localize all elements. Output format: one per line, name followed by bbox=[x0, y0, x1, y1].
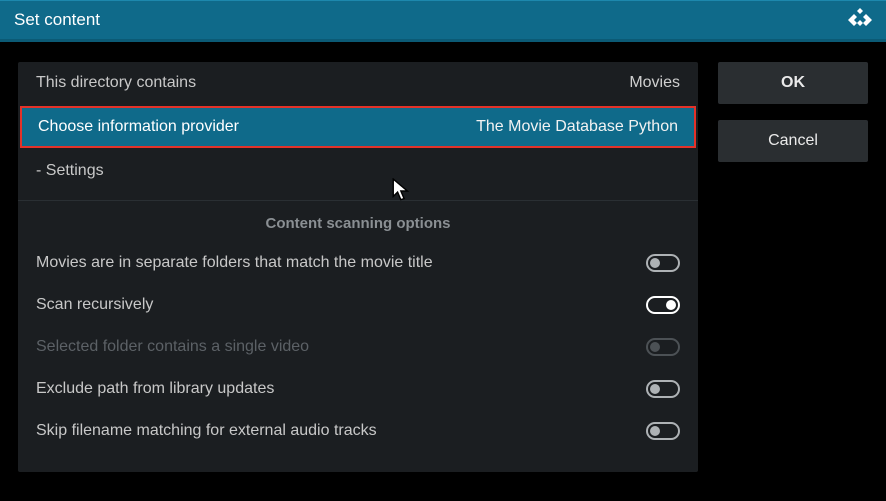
row-label: Skip filename matching for external audi… bbox=[36, 422, 646, 440]
row-label: This directory contains bbox=[36, 74, 629, 92]
row-label: Selected folder contains a single video bbox=[36, 338, 646, 356]
row-label: Exclude path from library updates bbox=[36, 380, 646, 398]
toggle-icon bbox=[646, 338, 680, 356]
section-header: Content scanning options bbox=[18, 200, 698, 242]
side-buttons: OK Cancel bbox=[718, 62, 868, 472]
row-directory-contains[interactable]: This directory contains Movies bbox=[18, 62, 698, 104]
main-panel: This directory contains Movies Choose in… bbox=[18, 62, 698, 472]
row-label: Scan recursively bbox=[36, 296, 646, 314]
button-label: OK bbox=[781, 74, 805, 91]
toggle-icon[interactable] bbox=[646, 422, 680, 440]
row-value: The Movie Database Python bbox=[476, 118, 678, 136]
toggle-icon[interactable] bbox=[646, 380, 680, 398]
toggle-icon[interactable] bbox=[646, 254, 680, 272]
row-exclude-path[interactable]: Exclude path from library updates bbox=[18, 368, 698, 410]
toggle-icon[interactable] bbox=[646, 296, 680, 314]
row-settings[interactable]: - Settings bbox=[18, 150, 698, 192]
row-scan-recursively[interactable]: Scan recursively bbox=[18, 284, 698, 326]
ok-button[interactable]: OK bbox=[718, 62, 868, 104]
button-label: Cancel bbox=[768, 132, 818, 149]
row-label: Choose information provider bbox=[38, 118, 476, 136]
kodi-logo-icon bbox=[848, 8, 872, 32]
row-skip-audio-match[interactable]: Skip filename matching for external audi… bbox=[18, 410, 698, 452]
row-information-provider[interactable]: Choose information provider The Movie Da… bbox=[20, 106, 696, 148]
cancel-button[interactable]: Cancel bbox=[718, 120, 868, 162]
dialog-title: Set content bbox=[14, 10, 100, 30]
row-label: - Settings bbox=[36, 162, 680, 180]
row-label: Movies are in separate folders that matc… bbox=[36, 254, 646, 272]
dialog-body: This directory contains Movies Choose in… bbox=[0, 42, 886, 496]
row-value: Movies bbox=[629, 74, 680, 92]
row-single-video: Selected folder contains a single video bbox=[18, 326, 698, 368]
row-separate-folders[interactable]: Movies are in separate folders that matc… bbox=[18, 242, 698, 284]
titlebar: Set content bbox=[0, 0, 886, 42]
